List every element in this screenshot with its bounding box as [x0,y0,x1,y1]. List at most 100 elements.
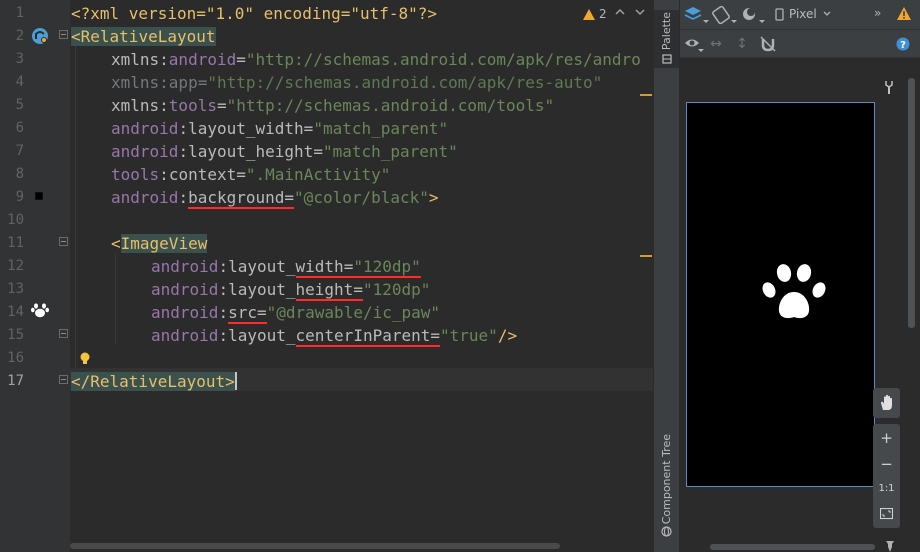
design-surface-icon[interactable] [684,5,710,25]
paw-preview-icon[interactable] [30,300,50,320]
line-number: 7 [15,143,24,159]
zoom-actual-size-button[interactable]: 1:1 [873,477,900,501]
code-line-12[interactable]: android:layout_width="120dp" [151,255,421,278]
indent-guide [115,253,116,345]
attr-value: "@color/black" [294,188,429,207]
canvas-horizontal-scrollbar[interactable] [710,544,875,550]
attr-prefix: layout_ [228,257,296,276]
attr-eq: = [353,280,363,301]
tag-name: RelativeLayout [80,27,216,46]
color-swatch-icon[interactable] [35,192,43,200]
code-line-6[interactable]: android:layout_width="match_parent" [111,117,448,140]
hand-icon[interactable] [879,394,895,412]
attr-value: "true" [440,326,498,345]
lightbulb-icon[interactable] [79,352,91,366]
code-line-14[interactable]: android:src="@drawable/ic_paw" [151,301,440,324]
code-editor[interactable]: 1 2 3 4 5 6 7 8 9 10 11 12 13 14 15 16 1… [0,0,653,552]
code-line-17[interactable]: </RelativeLayout> [71,370,237,393]
overflow-chevron-icon[interactable]: » [874,6,881,20]
attr-ns: android [151,303,219,322]
magnet-off-icon[interactable] [760,36,776,52]
tag-self-close: /> [497,326,518,345]
code-line-3[interactable]: xmlns:android="http://schemas.android.co… [111,48,641,71]
code-line-8[interactable]: tools:context=".MainActivity" [111,163,390,186]
attr-colon: : [178,119,189,138]
fit-screen-icon [880,508,893,520]
chevron-down-icon [823,11,831,16]
attr-ns: android [151,280,219,299]
code-line-2[interactable]: <RelativeLayout [71,25,216,48]
fold-marker[interactable] [59,375,68,384]
fold-marker[interactable] [59,329,68,338]
warnings-indicator[interactable]: 2 [583,5,607,23]
attr-ns: android [151,326,219,345]
next-warning-button[interactable] [633,4,647,18]
warning-stripe-mark[interactable] [640,94,652,96]
wrench-icon[interactable] [883,80,895,94]
code-line-11[interactable]: <ImageView [111,232,208,255]
attr-ns: android [111,142,179,161]
line-number: 3 [15,51,24,67]
eye-icon[interactable] [684,36,706,54]
pan-tool-box [873,388,900,418]
activity-icon[interactable] [31,27,49,45]
line-number: 16 [7,350,24,366]
line-number: 11 [7,235,24,251]
design-canvas[interactable]: + − 1:1 [680,58,920,552]
zoom-in-button[interactable]: + [873,426,900,450]
horizontal-scrollbar[interactable] [70,543,560,549]
attr-eq: = [216,96,227,115]
attr-eq: = [197,73,208,92]
attr-colon: : [178,142,189,161]
tab-component-tree[interactable]: Component Tree [654,430,679,540]
theme-icon[interactable] [740,5,766,25]
line-number: 8 [15,166,24,182]
attr-ns: android [111,119,179,138]
fold-marker[interactable] [59,237,68,246]
warning-icon[interactable] [896,6,912,21]
attr-value: "match_parent" [322,142,458,161]
pin-icon[interactable] [885,540,895,552]
horizontal-arrows-icon[interactable]: ↔ [707,35,725,53]
code-line-7[interactable]: android:layout_height="match_parent" [111,140,458,163]
code-line-5[interactable]: xmlns:tools="http://schemas.android.com/… [111,94,554,117]
code-line-15[interactable]: android:layout_centerInParent="true"/> [151,324,517,347]
tab-palette[interactable]: Palette [654,10,679,68]
fold-marker[interactable] [59,30,68,39]
canvas-vertical-scrollbar[interactable] [908,78,915,328]
attr-eq: = [284,188,295,209]
code-line-9[interactable]: android:background="@color/black"> [111,186,439,209]
device-preview[interactable] [686,102,875,487]
palette-icon [662,54,672,64]
indent-guide [75,46,76,368]
help-icon[interactable]: ? [896,37,910,51]
warnings-count: 2 [599,7,607,21]
paw-image[interactable] [761,259,827,325]
zoom-out-button[interactable]: − [873,452,900,476]
attr-ns: xmlns: [111,50,169,69]
line-number: 1 [15,5,24,21]
prev-warning-button[interactable] [613,4,627,18]
tag-close-bracket: > [428,188,439,207]
code-line-13[interactable]: android:layout_height="120dp" [151,278,430,301]
xml-declaration: <?xml version="1.0" encoding="utf-8"?> [71,4,438,23]
design-toolbar-secondary: ↔ ↕ ? [680,30,920,58]
device-selector[interactable]: Pixel [773,6,833,24]
zoom-to-fit-button[interactable] [873,502,900,526]
attr-name: layout_height [188,142,314,161]
tag-open-bracket: < [111,234,121,253]
attr-ns: tools [111,165,160,184]
orientation-icon[interactable] [712,5,738,25]
attr-eq: = [303,119,314,138]
line-number: 17 [7,373,24,389]
attr-prefix: layout_ [228,280,296,299]
code-line-4[interactable]: xmlns:app="http://schemas.android.com/ap… [111,71,602,94]
attr-name-error: centerInParent [295,326,431,347]
warning-stripe-mark[interactable] [640,255,652,257]
vertical-arrows-icon[interactable]: ↕ [733,35,751,53]
attr-colon: : [218,303,229,322]
line-number: 14 [7,304,24,320]
code-line-1[interactable]: <?xml version="1.0" encoding="utf-8"?> [71,2,437,25]
line-number: 15 [7,327,24,343]
palette-tab-label: Palette [660,12,673,51]
